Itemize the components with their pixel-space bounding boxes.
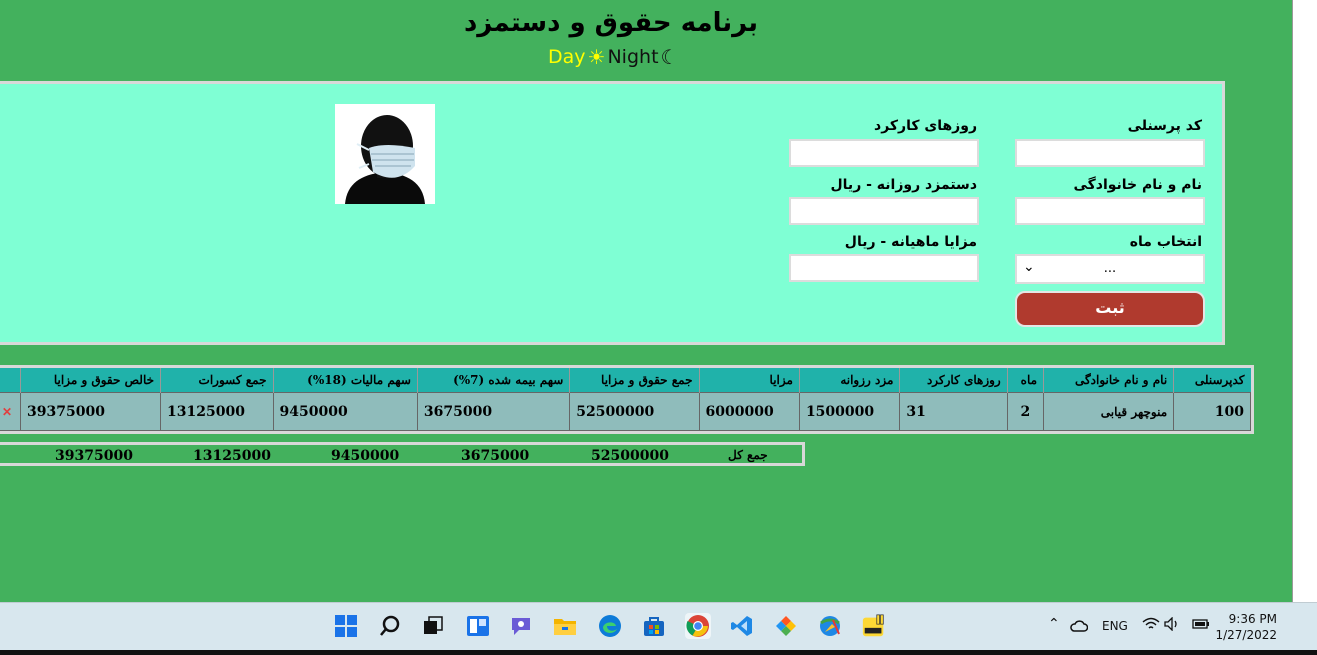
vscode-icon[interactable] xyxy=(729,613,755,639)
chevron-up-icon[interactable]: ⌃ xyxy=(1048,616,1060,632)
col-header-benefits: مزایا xyxy=(698,368,800,393)
col-header-workdays: روزهای کارکرد xyxy=(899,368,1008,393)
cloud-icon[interactable] xyxy=(1070,619,1089,636)
col-header-net: خالص حقوق و مزایا xyxy=(19,368,161,393)
taskbar: ⌃ ENG 9:36 PM 1/27/2022 xyxy=(0,602,1317,651)
search-icon[interactable] xyxy=(377,613,403,639)
page-title: برنامه حقوق و دستمزد xyxy=(463,8,759,38)
totals-bar: جمع کل 52500000 3675000 9450000 13125000… xyxy=(0,442,805,466)
col-header-deductions: جمع کسورات xyxy=(160,368,274,393)
totals-label: جمع کل xyxy=(728,448,768,462)
table-header-row: کدپرسنلی نام و نام خانوادگی ماه روزهای ک… xyxy=(0,368,1251,393)
col-header-name: نام و نام خانوادگی xyxy=(1043,368,1174,393)
volume-icon[interactable] xyxy=(1164,616,1182,634)
cell-benefits: 6000000 xyxy=(698,392,800,431)
cell-net: 39375000 xyxy=(19,392,162,431)
wifi-icon[interactable] xyxy=(1142,617,1160,634)
col-header-tax: سهم مالیات (18%) xyxy=(272,368,418,393)
col-header-daily-wage: مزد رزوانه xyxy=(798,368,900,393)
personnel-code-input[interactable] xyxy=(1015,139,1205,167)
cell-gross: 52500000 xyxy=(569,392,700,431)
battery-icon[interactable] xyxy=(1190,617,1210,634)
col-header-action xyxy=(0,368,21,393)
col-header-code: کدپرسنلی xyxy=(1173,368,1251,393)
fullname-input[interactable] xyxy=(1015,197,1205,225)
edge-icon[interactable] xyxy=(597,613,623,639)
daily-wage-input[interactable] xyxy=(789,197,979,225)
windows-start-icon[interactable] xyxy=(333,613,359,639)
theme-toggle: Day ☀ Night ☾ xyxy=(548,45,678,69)
cell-code: 100 xyxy=(1173,392,1251,431)
daily-wage-label: دستمزد روزانه - ریال xyxy=(830,177,977,193)
window-edge xyxy=(1292,0,1317,602)
monthly-benefits-label: مزایا ماهیانه - ریال xyxy=(844,234,977,250)
day-mode-link[interactable]: Day xyxy=(548,46,586,68)
payroll-grid: کدپرسنلی نام و نام خانوادگی ماه روزهای ک… xyxy=(0,368,1251,431)
col-header-gross: جمع حقوق و مزایا xyxy=(569,368,699,393)
delete-row-button[interactable]: ✕ xyxy=(0,392,21,431)
personnel-code-label: کد پرسنلی xyxy=(1127,118,1202,134)
file-explorer-icon[interactable] xyxy=(552,613,578,639)
col-header-month: ماه xyxy=(1006,368,1044,393)
cell-daily-wage: 1500000 xyxy=(798,392,901,431)
month-label: انتخاب ماه xyxy=(1129,234,1202,250)
month-select-value: ... xyxy=(1103,261,1117,276)
employee-photo xyxy=(335,104,435,204)
task-view-icon[interactable] xyxy=(420,613,446,639)
total-tax: 9450000 xyxy=(331,448,400,464)
moon-icon[interactable]: ☾ xyxy=(661,45,679,69)
workdays-label: روزهای کارکرد xyxy=(874,118,977,134)
col-header-insurance: سهم بیمه شده (7%) xyxy=(416,368,570,393)
git-icon[interactable] xyxy=(773,613,799,639)
cell-tax: 9450000 xyxy=(272,392,418,431)
clock[interactable]: 9:36 PM 1/27/2022 xyxy=(1215,611,1277,643)
ie-download-icon[interactable] xyxy=(817,613,843,639)
chat-icon[interactable] xyxy=(508,613,534,639)
cell-month: 2 xyxy=(1006,392,1045,431)
table-row: 100 منوچهر قیابی 2 31 1500000 6000000 52… xyxy=(0,392,1251,431)
cell-name: منوچهر قیابی xyxy=(1043,392,1175,431)
fullname-label: نام و نام خانوادگی xyxy=(1073,177,1202,193)
cell-insurance: 3675000 xyxy=(416,392,571,431)
screen-bottom-edge xyxy=(0,650,1317,655)
total-deductions: 13125000 xyxy=(193,448,271,464)
app-window: برنامه حقوق و دستمزد Day ☀ Night ☾ کد پر… xyxy=(0,0,1292,602)
language-indicator[interactable]: ENG xyxy=(1102,619,1128,633)
sun-icon[interactable]: ☀ xyxy=(588,45,606,69)
cell-deductions: 13125000 xyxy=(160,392,274,431)
total-gross: 52500000 xyxy=(591,448,669,464)
monthly-benefits-input[interactable] xyxy=(789,254,979,282)
cell-workdays: 31 xyxy=(899,392,1008,431)
widgets-icon[interactable] xyxy=(465,613,491,639)
submit-button[interactable]: ثبت xyxy=(1015,291,1205,327)
store-icon[interactable] xyxy=(641,613,667,639)
clock-date: 1/27/2022 xyxy=(1215,628,1277,642)
kmplayer-icon[interactable] xyxy=(861,613,887,639)
clock-time: 9:36 PM xyxy=(1228,612,1277,626)
month-select[interactable]: ⌄ ... xyxy=(1015,254,1205,284)
entry-form-panel: کد پرسنلی نام و نام خانوادگی انتخاب ماه … xyxy=(0,81,1225,345)
chrome-icon[interactable] xyxy=(685,613,711,639)
night-mode-link[interactable]: Night xyxy=(607,46,658,68)
total-net: 39375000 xyxy=(55,448,133,464)
workdays-input[interactable] xyxy=(789,139,979,167)
total-insurance: 3675000 xyxy=(461,448,530,464)
payroll-table: کدپرسنلی نام و نام خانوادگی ماه روزهای ک… xyxy=(0,365,1254,434)
